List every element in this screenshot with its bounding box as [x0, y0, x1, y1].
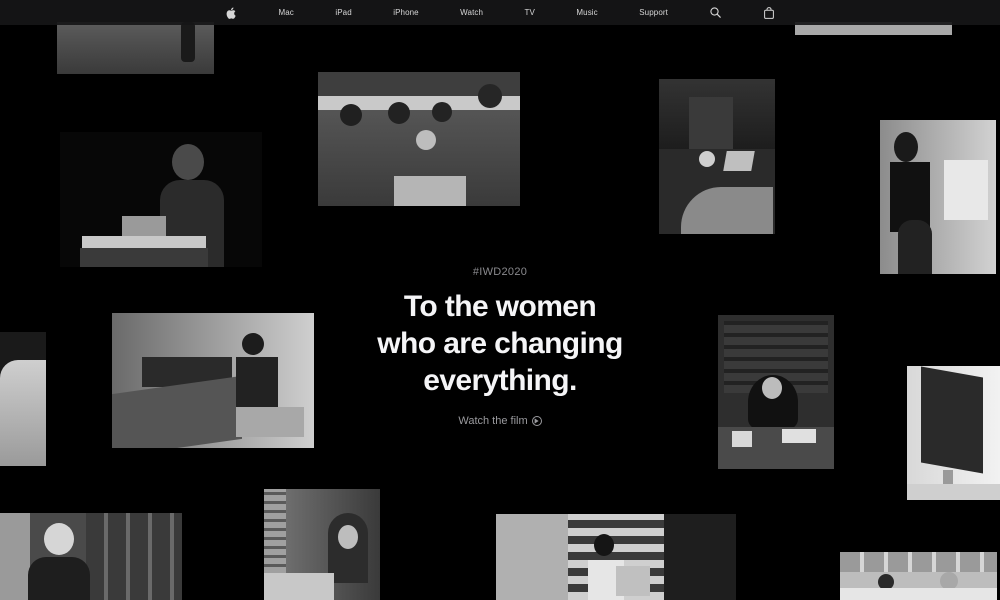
global-nav-list: Mac iPad iPhone Watch TV Music Support	[225, 0, 775, 25]
nav-item-watch[interactable]: Watch	[460, 8, 483, 17]
photo-woman-library-desk	[718, 315, 834, 469]
photo-woman-smiling-window	[0, 513, 182, 600]
nav-item-tv[interactable]: TV	[525, 8, 535, 17]
nav-item-support[interactable]: Support	[639, 8, 668, 17]
photo-woman-headscarf-desk	[264, 489, 380, 600]
nav-item-mac[interactable]: Mac	[278, 8, 293, 17]
global-nav: Mac iPad iPhone Watch TV Music Support	[0, 0, 1000, 25]
apple-logo-icon[interactable]	[225, 7, 237, 19]
photo-girl-laptop-stage	[496, 514, 736, 600]
headline-line-1: To the women	[403, 290, 597, 323]
headline-line-2: who are changing	[377, 327, 623, 360]
photo-kids-classroom	[840, 552, 997, 600]
photo-left-edge-partial	[0, 332, 46, 466]
nav-item-iphone[interactable]: iPhone	[393, 8, 419, 17]
photo-woman-podium-speaking	[60, 132, 262, 267]
photo-woman-mixing-console	[112, 313, 314, 448]
photo-women-soldiers-laptop	[318, 72, 520, 206]
photo-walking-woman	[57, 22, 214, 74]
watch-film-label: Watch the film	[458, 415, 528, 427]
bag-icon[interactable]	[763, 6, 775, 19]
headline-line-3: everything.	[423, 364, 577, 397]
photo-woman-chair-laptop	[659, 79, 775, 234]
play-circle-icon	[531, 416, 542, 426]
search-icon[interactable]	[709, 7, 721, 19]
photo-woman-microphone-gallery	[880, 120, 996, 274]
photo-imac-desk	[907, 366, 1000, 500]
nav-item-ipad[interactable]: iPad	[335, 8, 351, 17]
hero-hashtag: #IWD2020	[472, 266, 528, 278]
hero-section: #IWD2020 To the women who are changing e…	[350, 266, 650, 429]
watch-film-link[interactable]: Watch the film	[458, 415, 542, 427]
nav-item-music[interactable]: Music	[576, 8, 597, 17]
hero-headline: To the women who are changing everything…	[350, 288, 650, 399]
